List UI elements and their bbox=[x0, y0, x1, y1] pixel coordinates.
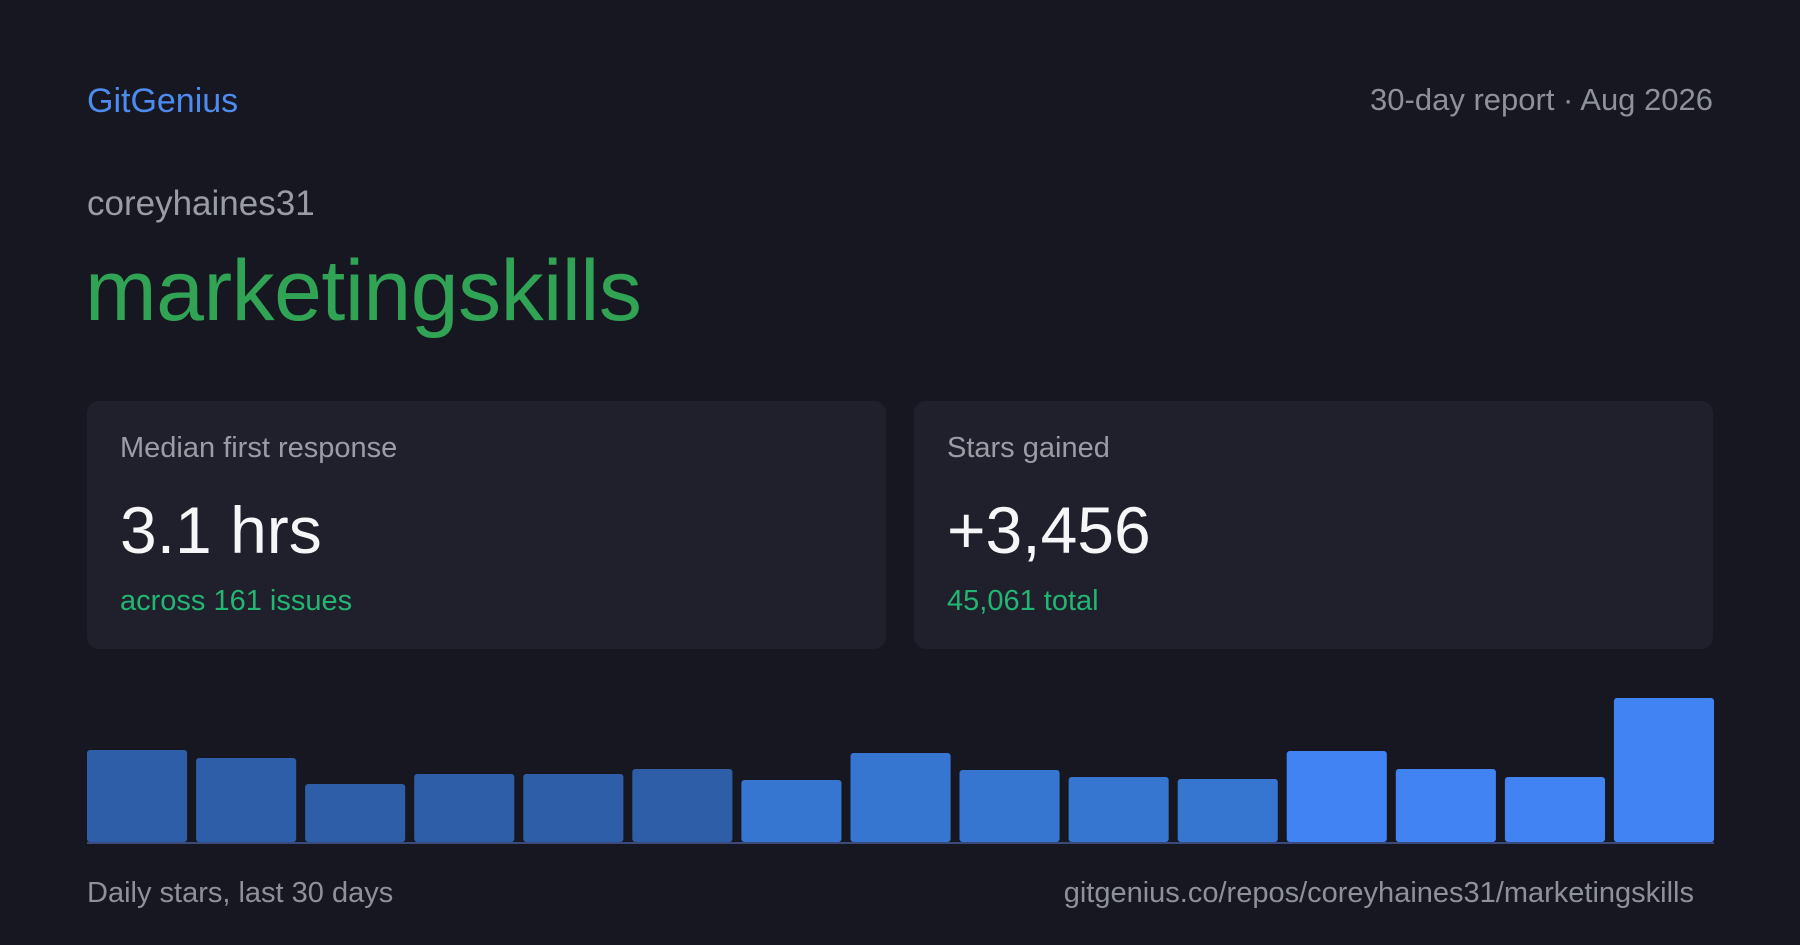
card-label: Stars gained bbox=[947, 432, 1110, 464]
card-label: Median first response bbox=[120, 432, 398, 464]
chart-bar bbox=[632, 769, 733, 842]
report-period: 30-day report · Aug 2026 bbox=[1370, 82, 1713, 117]
card-value: +3,456 bbox=[947, 493, 1151, 567]
stars-gained-card: Stars gained +3,456 45,061 total bbox=[914, 401, 1713, 649]
chart-bar bbox=[1177, 779, 1278, 842]
card-subtext: 45,061 total bbox=[947, 585, 1099, 617]
repo-owner: coreyhaines31 bbox=[87, 184, 315, 223]
repo-url[interactable]: gitgenius.co/repos/coreyhaines31/marketi… bbox=[1064, 877, 1694, 910]
daily-stars-chart bbox=[87, 698, 1714, 844]
chart-bar bbox=[305, 784, 406, 842]
chart-bar bbox=[850, 753, 951, 842]
median-response-card: Median first response 3.1 hrs across 161… bbox=[87, 401, 886, 649]
card-subtext: across 161 issues bbox=[120, 585, 353, 617]
chart-bar bbox=[1068, 777, 1169, 842]
chart-bar bbox=[959, 770, 1060, 842]
chart-bar bbox=[414, 774, 515, 842]
chart-bar bbox=[1504, 777, 1605, 842]
chart-bar bbox=[196, 758, 297, 842]
chart-bar bbox=[87, 750, 188, 842]
brand-logo-text[interactable]: GitGenius bbox=[87, 82, 238, 121]
card-value: 3.1 hrs bbox=[120, 493, 322, 567]
chart-bar bbox=[1395, 769, 1496, 842]
chart-caption: Daily stars, last 30 days bbox=[87, 877, 394, 909]
repo-name: marketingskills bbox=[85, 243, 642, 339]
chart-bar bbox=[1286, 751, 1387, 842]
chart-bar bbox=[741, 780, 842, 842]
chart-bar bbox=[523, 774, 624, 842]
chart-bar bbox=[1613, 698, 1714, 842]
